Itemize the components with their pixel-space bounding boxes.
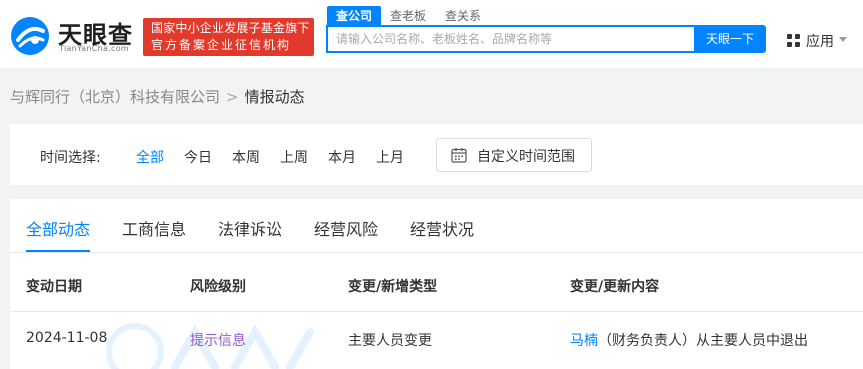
breadcrumb-current: 情报动态 bbox=[244, 88, 305, 106]
column-header-risk-level: 风险级别 bbox=[190, 279, 246, 295]
column-header-date: 变动日期 bbox=[26, 279, 82, 295]
row-change-content-text: （财务负责人）从主要人员中退出 bbox=[598, 333, 808, 349]
apps-label: 应用 bbox=[806, 34, 834, 50]
time-option-all[interactable]: 全部 bbox=[136, 147, 164, 167]
row-change-type: 主要人员变更 bbox=[348, 333, 432, 349]
search-tab-relation[interactable]: 查关系 bbox=[445, 6, 481, 26]
official-badge[interactable]: 国家中小企业发展子基金旗下 官方备案企业征信机构 bbox=[143, 18, 314, 56]
tab-business-risk[interactable]: 经营风险 bbox=[314, 216, 378, 240]
breadcrumb: 与辉同行（北京）科技有限公司 > 情报动态 bbox=[10, 86, 305, 107]
time-filter-label: 时间选择: bbox=[40, 150, 101, 166]
time-filter-panel: 时间选择: 全部 今日 本周 上周 本月 上月 自定义时间范围 bbox=[10, 124, 863, 185]
row-change-content: 马楠（财务负责人）从主要人员中退出 bbox=[570, 330, 808, 350]
tab-business-info[interactable]: 工商信息 bbox=[122, 216, 186, 240]
site-logo[interactable]: 天眼查 TianYanCha.com bbox=[8, 13, 136, 57]
row-date: 2024-11-08 bbox=[26, 330, 108, 346]
header-row-divider bbox=[10, 311, 863, 312]
apps-grid-icon bbox=[787, 34, 800, 47]
column-header-change-content: 变更/更新内容 bbox=[570, 279, 660, 295]
calendar-icon bbox=[451, 148, 467, 163]
tab-all-dynamics[interactable]: 全部动态 bbox=[26, 216, 90, 240]
tabs-divider bbox=[10, 252, 863, 253]
chevron-down-icon bbox=[839, 37, 847, 42]
time-option-today[interactable]: 今日 bbox=[184, 147, 212, 167]
time-option-last-week[interactable]: 上周 bbox=[280, 147, 308, 167]
custom-range-button[interactable]: 自定义时间范围 bbox=[436, 138, 592, 172]
badge-line-2: 官方备案企业征信机构 bbox=[151, 38, 292, 52]
custom-range-label: 自定义时间范围 bbox=[477, 149, 575, 165]
tab-legal-litigation[interactable]: 法律诉讼 bbox=[218, 216, 282, 240]
logo-subtext: TianYanCha.com bbox=[59, 44, 129, 53]
time-option-this-week[interactable]: 本周 bbox=[232, 147, 260, 167]
breadcrumb-company-link[interactable]: 与辉同行（北京）科技有限公司 bbox=[10, 88, 220, 106]
tab-business-status[interactable]: 经营状况 bbox=[410, 216, 474, 240]
time-option-this-month[interactable]: 本月 bbox=[328, 147, 356, 167]
time-option-last-month[interactable]: 上月 bbox=[376, 147, 404, 167]
row-risk-level: 提示信息 bbox=[190, 333, 246, 349]
search-tab-boss[interactable]: 查老板 bbox=[390, 6, 426, 26]
person-link[interactable]: 马楠 bbox=[570, 333, 598, 349]
column-header-change-type: 变更/新增类型 bbox=[348, 279, 438, 295]
badge-line-1: 国家中小企业发展子基金旗下 bbox=[151, 21, 310, 35]
search-button[interactable]: 天眼一下 bbox=[694, 25, 766, 53]
search-input[interactable] bbox=[336, 27, 686, 51]
breadcrumb-separator: > bbox=[226, 88, 239, 106]
search-box bbox=[326, 25, 694, 53]
top-header: 天眼查 TianYanCha.com 国家中小企业发展子基金旗下 官方备案企业征… bbox=[0, 0, 863, 68]
search-tab-company[interactable]: 查公司 bbox=[327, 6, 382, 26]
tianyancha-logo-icon bbox=[11, 17, 49, 55]
dynamics-panel: 全部动态 工商信息 法律诉讼 经营风险 经营状况 变动日期 风险级别 变更/新增… bbox=[10, 199, 863, 369]
